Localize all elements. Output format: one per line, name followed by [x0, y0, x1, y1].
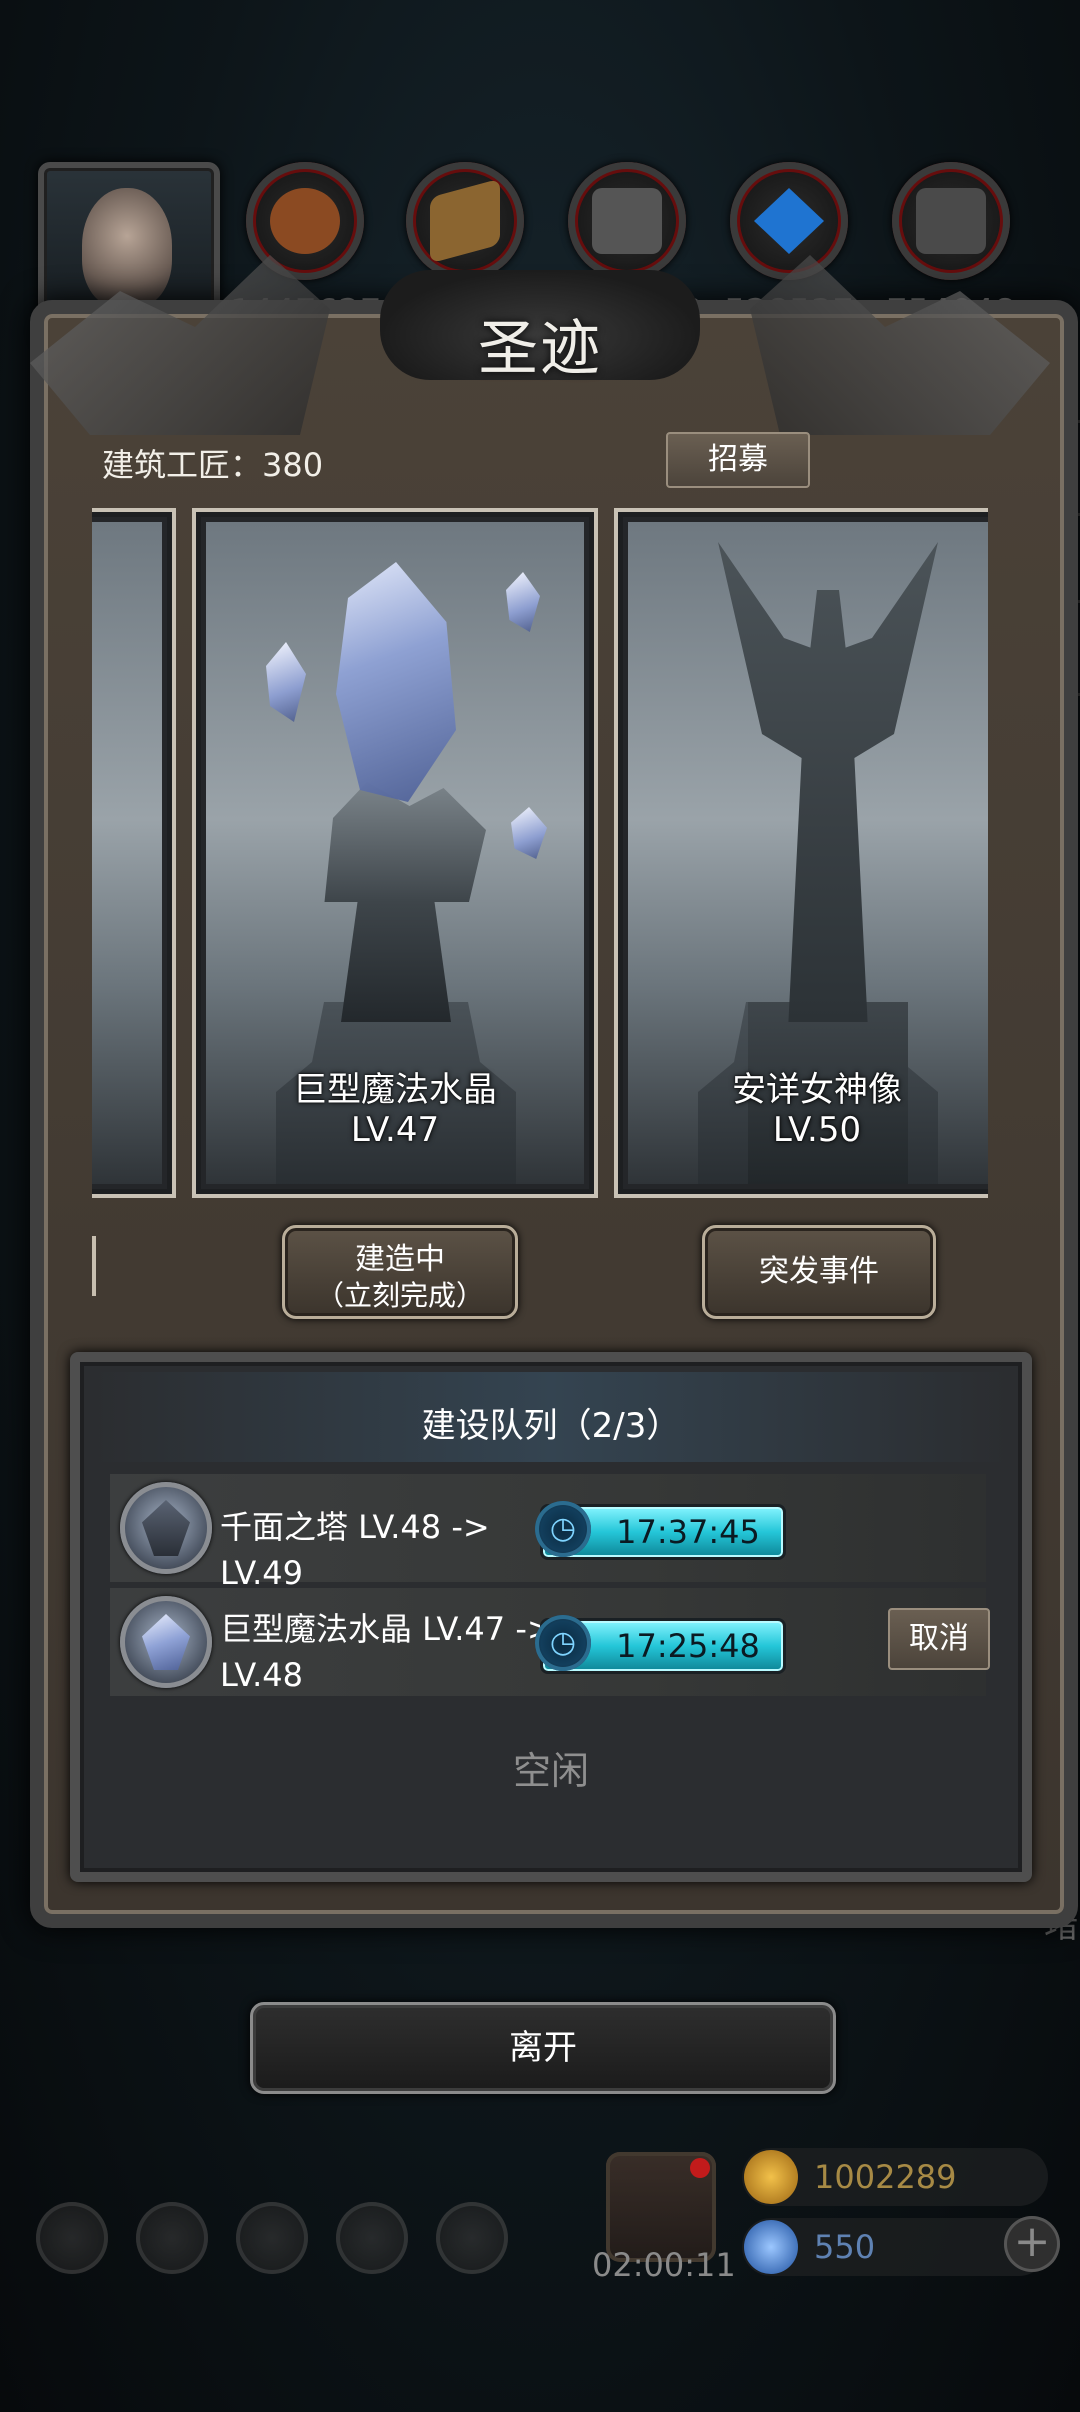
building-card-goddess[interactable]: 安详女神像 LV.50 — [614, 508, 988, 1198]
timer-bar: ◷ 17:37:45 — [535, 1501, 786, 1560]
queue-item-line2: LV.48 — [220, 1656, 303, 1694]
cancel-button[interactable]: 取消 — [888, 1608, 990, 1670]
small-crystal — [511, 807, 547, 859]
queue-header: 建设队列（2/3） — [94, 1372, 1008, 1462]
crystal-icon — [120, 1596, 212, 1688]
clock-icon: ◷ — [535, 1615, 591, 1671]
gold-value: 1002289 — [814, 2158, 957, 2196]
gold-icon — [744, 2150, 798, 2204]
building-card-partial[interactable] — [92, 508, 176, 1198]
gift-timer: 02:00:11 — [592, 2246, 736, 2284]
timer-text: 17:37:45 — [616, 1513, 760, 1551]
gem-value: 550 — [814, 2228, 876, 2266]
building-art — [92, 522, 162, 1184]
gem-icon — [744, 2220, 798, 2274]
magic-crystal-icon — [336, 562, 456, 802]
avatar-portrait — [82, 188, 172, 308]
map-icon[interactable] — [436, 2202, 508, 2274]
build-queue-panel: 建设队列（2/3） 千面之塔 LV.48 -> LV.49 ◷ 17:37:45… — [70, 1352, 1032, 1882]
building-name: 巨型魔法水晶 — [293, 1070, 497, 1110]
queue-title: 建设队列（2/3） — [421, 1406, 681, 1446]
building-carousel[interactable]: 巨型魔法水晶 LV.47 安详女神像 LV.50 — [92, 508, 988, 1198]
stone-icon — [916, 188, 986, 254]
timer-bar: ◷ 17:25:48 — [535, 1615, 786, 1674]
tower-icon — [120, 1482, 212, 1574]
building-name: 安详女神像 — [732, 1070, 902, 1110]
pedestal — [341, 902, 451, 1022]
mail-icon[interactable] — [336, 2202, 408, 2274]
building-level: LV.47 — [350, 1110, 440, 1150]
queue-item[interactable]: 千面之塔 LV.48 -> LV.49 ◷ 17:37:45 — [110, 1474, 986, 1592]
clock-icon: ◷ — [535, 1501, 591, 1557]
small-crystal — [506, 572, 540, 632]
panel-title: 圣迹 — [478, 314, 602, 384]
building-level: LV.50 — [772, 1110, 862, 1150]
meat-icon — [270, 188, 340, 254]
building-card-crystal[interactable]: 巨型魔法水晶 LV.47 — [192, 508, 598, 1198]
queue-item-text: 巨型魔法水晶 LV.47 -> LV.48 — [220, 1606, 570, 1698]
queue-item-text: 千面之塔 LV.48 -> LV.49 — [220, 1508, 490, 1592]
achievement-icon[interactable] — [136, 2202, 208, 2274]
build-status: 建造中 — [355, 1242, 445, 1277]
tower-glyph — [142, 1500, 190, 1556]
strip-edge-marker — [92, 1236, 96, 1296]
small-crystal — [266, 642, 306, 722]
recruit-button[interactable]: 招募 — [666, 432, 810, 488]
timer-text: 17:25:48 — [616, 1627, 760, 1665]
queue-item-line1: 巨型魔法水晶 LV.47 -> — [220, 1610, 554, 1648]
event-button[interactable]: 突发事件 — [702, 1225, 936, 1319]
goddess-statue-icon — [718, 542, 938, 1022]
builder-count: 建筑工匠：380 — [102, 446, 324, 484]
iron-icon — [592, 188, 662, 254]
idle-slot[interactable]: 空闲 — [80, 1740, 1022, 1795]
crystal-glyph — [142, 1614, 190, 1670]
leave-button[interactable]: 离开 — [250, 2002, 836, 2094]
settings-icon[interactable] — [36, 2202, 108, 2274]
guild-icon[interactable] — [236, 2202, 308, 2274]
finish-now-button[interactable]: 建造中 （立刻完成） — [282, 1225, 518, 1319]
notification-dot — [690, 2158, 710, 2178]
finish-now-label: （立刻完成） — [315, 1279, 484, 1312]
add-currency-button[interactable]: + — [1004, 2216, 1060, 2272]
queue-item[interactable]: 巨型魔法水晶 LV.47 -> LV.48 ◷ 17:25:48 取消 — [110, 1588, 990, 1698]
